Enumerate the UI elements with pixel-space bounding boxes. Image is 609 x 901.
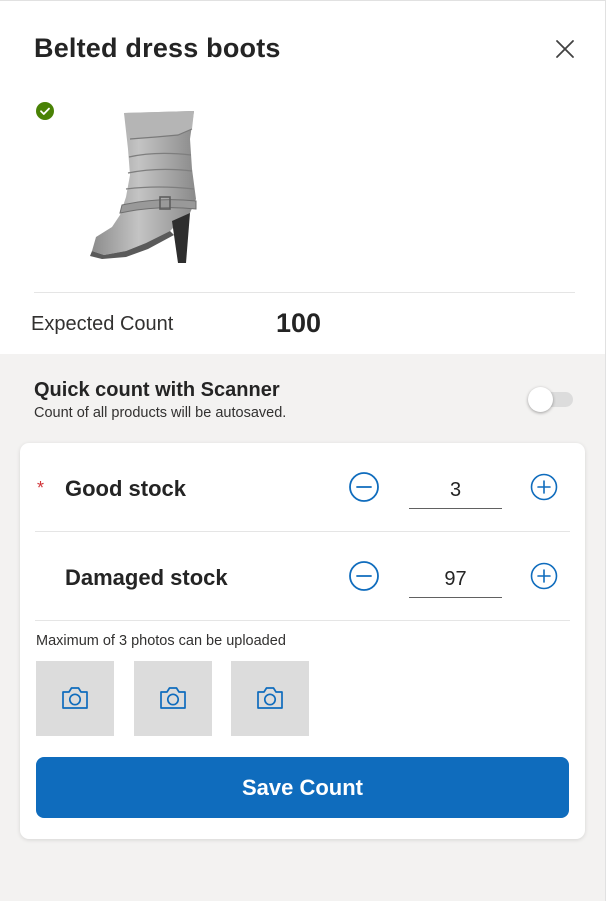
expected-count-value: 100 [276,308,322,338]
product-title: Belted dress boots [34,33,281,63]
quick-count-toggle[interactable] [528,387,574,412]
check-circle-icon [36,102,54,120]
photo-upload-slot-3[interactable] [231,661,309,736]
good-stock-row: * Good stock [20,443,585,531]
damaged-stock-row: Damaged stock [20,532,585,620]
photo-upload-slot-1[interactable] [36,661,114,736]
good-stock-label: Good stock [65,476,187,501]
row-divider [35,620,570,621]
close-icon[interactable] [552,36,578,62]
camera-icon [257,687,283,709]
stock-count-card: * Good stock Damaged stock [20,443,585,839]
damaged-stock-label: Damaged stock [65,565,228,590]
damaged-stock-input[interactable] [409,562,502,598]
quick-count-title: Quick count with Scanner [34,379,280,401]
quick-count-subtitle: Count of all products will be autosaved. [34,405,287,421]
count-panel: Belted dress boots Expected Count 100 Qu… [0,0,606,901]
photo-upload-slot-2[interactable] [134,661,212,736]
product-header: Belted dress boots Expected Count 100 [0,1,605,354]
expected-count-label: Expected Count [31,313,174,335]
good-stock-increment-icon[interactable] [530,473,558,501]
toggle-knob [528,387,553,412]
damaged-stock-increment-icon[interactable] [530,562,558,590]
photo-upload-note: Maximum of 3 photos can be uploaded [36,633,286,649]
good-stock-decrement-icon[interactable] [348,471,380,503]
save-count-button[interactable]: Save Count [36,757,569,818]
damaged-stock-decrement-icon[interactable] [348,560,380,592]
required-indicator: * [37,478,45,498]
camera-icon [62,687,88,709]
good-stock-input[interactable] [409,473,502,509]
product-image [90,111,197,263]
camera-icon [160,687,186,709]
divider [34,292,575,293]
